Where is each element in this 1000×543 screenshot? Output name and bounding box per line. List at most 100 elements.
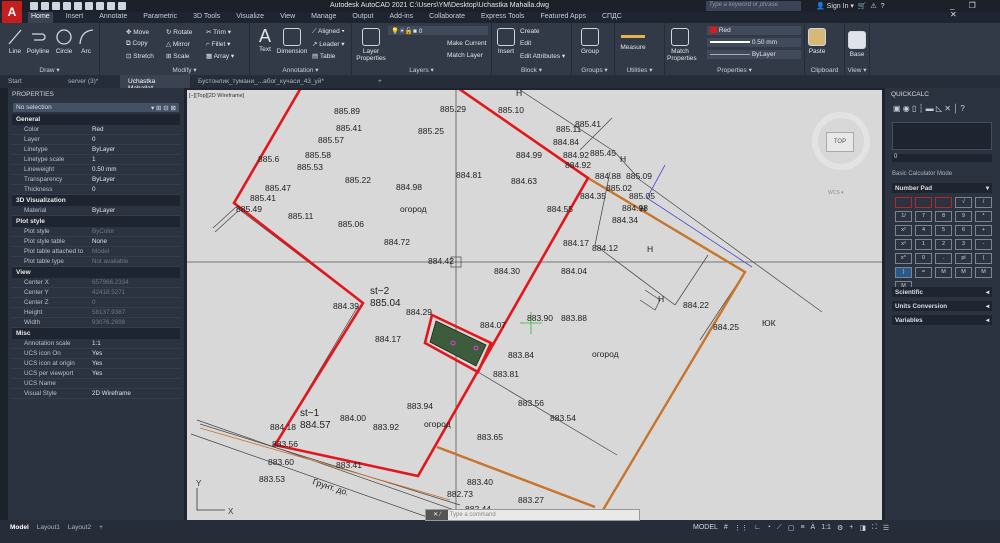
command-input[interactable]: Type a command — [450, 512, 496, 518]
calc-key[interactable]: . — [935, 253, 952, 264]
ribbon-tab-home[interactable]: Home — [28, 12, 53, 23]
workspace-gear-icon[interactable]: ⚙ — [837, 524, 843, 532]
sign-in-button[interactable]: 👤 Sign In ▾ 🛒 ⚠ ? — [816, 2, 884, 10]
ribbon-tab--[interactable]: СПДС — [599, 12, 625, 23]
annotation-visibility-icon[interactable]: Ȧ — [811, 524, 816, 532]
property-row[interactable]: Height 58137.9387 — [12, 308, 180, 318]
property-row[interactable]: UCS icon at origin Yes — [12, 359, 180, 369]
search-input[interactable]: Type a keyword or phrase — [706, 1, 801, 11]
property-row[interactable]: Plot table type Not available — [12, 257, 180, 267]
property-row[interactable]: UCS per viewport Yes — [12, 369, 180, 379]
layout-tab[interactable]: + — [99, 524, 103, 531]
ribbon-tab-parametric[interactable]: Parametric — [140, 12, 180, 23]
fullscreen-icon[interactable]: ⛶ — [872, 524, 877, 532]
annotation-panel-label[interactable]: Annotation ▾ — [250, 66, 351, 74]
copy-button[interactable]: ⧉ Copy — [126, 40, 148, 48]
window-controls[interactable]: _ ❐ ✕ — [950, 1, 1000, 19]
layers-panel-label[interactable]: Layers ▾ — [352, 66, 491, 74]
calc-key[interactable] — [895, 197, 912, 208]
plot-icon[interactable] — [96, 2, 104, 10]
open-icon[interactable] — [41, 2, 49, 10]
web-open-icon[interactable] — [74, 2, 82, 10]
variables-section[interactable]: Variables ◂ — [892, 315, 992, 325]
view-panel-label[interactable]: View ▾ — [845, 66, 869, 74]
calc-key[interactable]: M — [935, 267, 952, 278]
quickcalc-input[interactable]: 0 — [892, 154, 992, 162]
move-button[interactable]: ✥ Move — [126, 28, 149, 36]
calc-key[interactable]: x^ — [895, 253, 912, 264]
calc-key[interactable]: 4 — [915, 225, 932, 236]
viewport-controls[interactable]: [−][Top][2D Wireframe] — [189, 93, 244, 99]
rotate-button[interactable]: ↻ Rotate — [166, 28, 192, 36]
measure-button[interactable]: Measure — [617, 31, 649, 51]
layer-properties-button[interactable]: Layer Properties — [356, 28, 386, 62]
redo-icon[interactable] — [118, 2, 126, 10]
property-row[interactable]: Center Z 0 — [12, 298, 180, 308]
ribbon-tab-express-tools[interactable]: Express Tools — [478, 12, 527, 23]
layout-tab[interactable]: Model — [10, 524, 29, 531]
calc-key[interactable]: 9 — [955, 211, 972, 222]
draw-panel-label[interactable]: Draw ▾ — [0, 66, 99, 74]
aligned-button[interactable]: ⟋ Aligned ▾ — [312, 28, 345, 36]
polyline-button[interactable]: Polyline — [26, 28, 50, 55]
document-tab[interactable]: Бустонлик_тумани_...абог_кучаси_43_уй* — [190, 75, 370, 88]
layout-tab[interactable]: Layout1 — [37, 524, 60, 531]
calc-key[interactable]: * — [975, 211, 992, 222]
calc-key[interactable]: + — [975, 225, 992, 236]
property-row[interactable]: UCS Name — [12, 379, 180, 389]
scientific-section[interactable]: Scientific ◂ — [892, 287, 992, 297]
calc-key[interactable]: ) — [895, 267, 912, 278]
selection-dropdown[interactable]: No selection ▾ ⊞ ⊟ ⊠ — [13, 103, 179, 112]
paste-button[interactable]: Paste — [807, 28, 827, 55]
property-row[interactable]: Center Y 42418.5271 — [12, 288, 180, 298]
property-row[interactable]: Thickness 0 — [12, 185, 180, 195]
section-header[interactable]: View — [12, 267, 180, 278]
undo-icon[interactable] — [107, 2, 115, 10]
properties-panel-label[interactable]: Properties ▾ — [665, 66, 804, 74]
group-button[interactable]: Group — [578, 28, 602, 55]
calc-key[interactable]: - — [975, 239, 992, 250]
make-current-button[interactable]: Make Current — [447, 40, 486, 47]
ribbon-tab-view[interactable]: View — [277, 12, 298, 23]
property-row[interactable]: Plot style ByColor — [12, 227, 180, 237]
grid-icon[interactable]: # — [724, 524, 728, 532]
layout-tab[interactable]: Layout2 — [68, 524, 91, 531]
array-button[interactable]: ▦ Array ▾ — [206, 52, 234, 60]
section-header[interactable]: 3D Visualization — [12, 195, 180, 206]
section-header[interactable]: Plot style — [12, 216, 180, 227]
calc-key[interactable]: ( — [975, 253, 992, 264]
document-tab[interactable]: Uchastka Mahalla* — [120, 75, 190, 92]
stretch-button[interactable]: ⊡ Stretch — [126, 52, 154, 60]
calc-key[interactable]: 7 — [915, 211, 932, 222]
calc-key[interactable]: 5 — [935, 225, 952, 236]
line-button[interactable]: Line — [6, 28, 24, 55]
calc-key[interactable]: x² — [895, 225, 912, 236]
property-row[interactable]: Plot table attached to Model — [12, 247, 180, 257]
calc-key[interactable]: = — [915, 267, 932, 278]
match-properties-button[interactable]: Match Properties — [667, 28, 697, 62]
calc-key[interactable]: M — [955, 267, 972, 278]
color-dropdown[interactable]: Red — [707, 26, 801, 35]
calc-key[interactable]: 1 — [915, 239, 932, 250]
plus-icon[interactable]: + — [849, 524, 853, 532]
document-tab[interactable]: server (3)* — [60, 75, 120, 88]
mirror-button[interactable]: △ Mirror — [166, 40, 190, 48]
command-line[interactable]: ✕ ⁄ Type a command — [425, 509, 640, 521]
calc-key[interactable]: pi — [955, 253, 972, 264]
calc-key[interactable]: √ — [955, 197, 972, 208]
calc-key[interactable]: 6 — [955, 225, 972, 236]
calc-key[interactable]: M — [975, 267, 992, 278]
leader-button[interactable]: ↗ Leader ▾ — [312, 40, 345, 48]
document-tab[interactable]: Start — [0, 75, 60, 88]
property-row[interactable]: Linetype ByLayer — [12, 145, 180, 155]
match-layer-button[interactable]: Match Layer — [447, 52, 483, 59]
calculator-mode[interactable]: Basic Calculator Mode — [892, 171, 952, 177]
number-pad-section[interactable]: Number Pad ▾ — [892, 183, 992, 193]
ribbon-tab-add-ins[interactable]: Add-ins — [386, 12, 416, 23]
annotation-scale[interactable]: 1:1 — [821, 524, 831, 532]
property-row[interactable]: Plot style table None — [12, 237, 180, 247]
insert-button[interactable]: Insert — [494, 28, 518, 55]
linetype-dropdown[interactable]: ByLayer — [707, 50, 801, 59]
wcs-dropdown[interactable]: WCS ▾ — [828, 190, 844, 196]
fillet-button[interactable]: ⌐ Fillet ▾ — [206, 40, 230, 48]
